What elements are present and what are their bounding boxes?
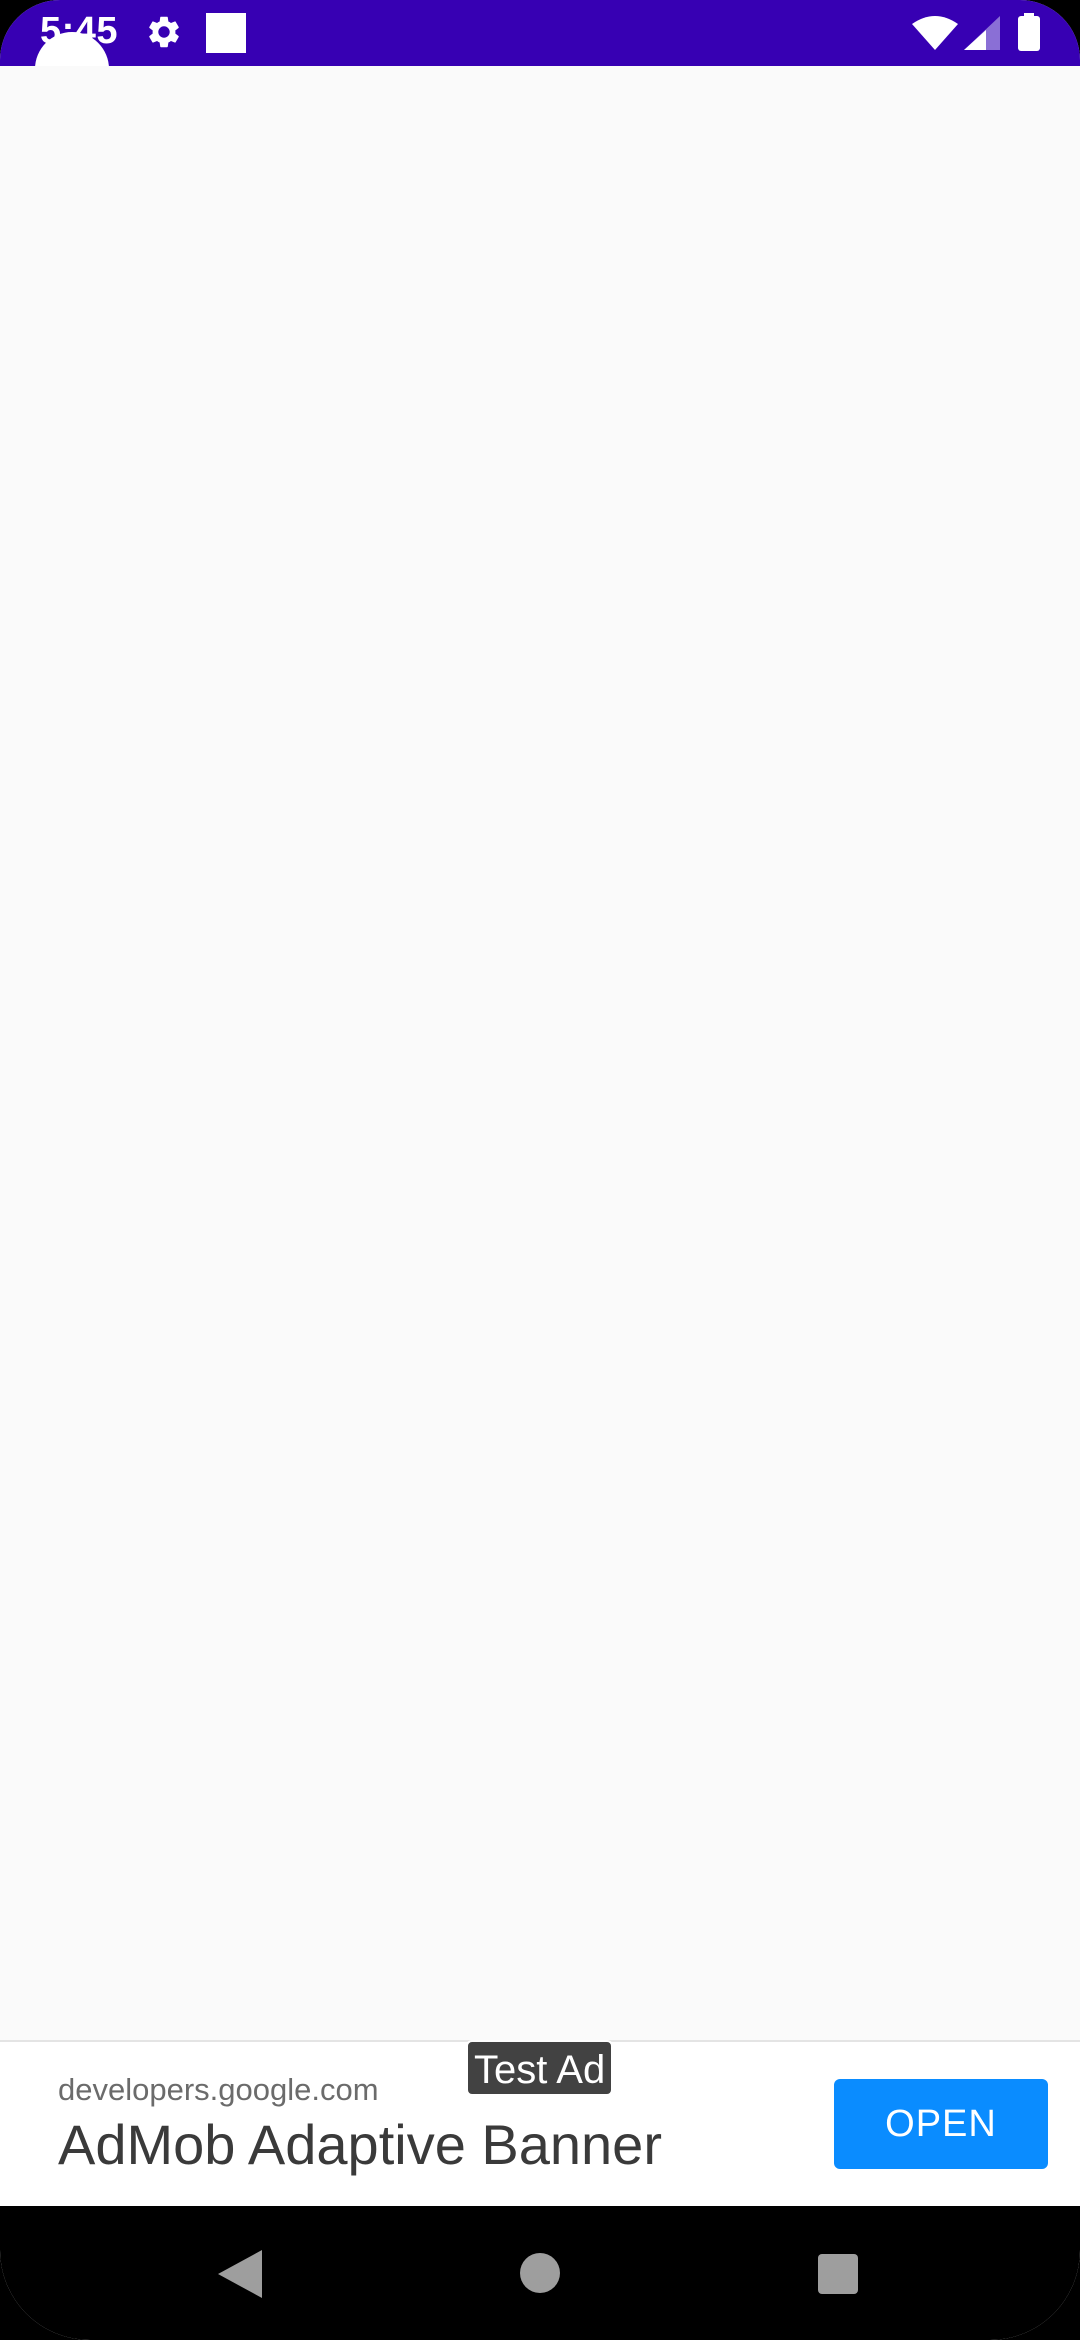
home-icon[interactable] xyxy=(520,2253,560,2293)
battery-icon xyxy=(1018,13,1040,51)
main-content xyxy=(0,66,1080,2040)
status-bar: 5:45 xyxy=(0,0,1080,66)
signal-icon xyxy=(964,16,1000,50)
device: 5:45 developers.google.com AdMob Adaptiv… xyxy=(0,0,1080,2340)
gear-icon xyxy=(149,16,179,48)
screen: 5:45 developers.google.com AdMob Adaptiv… xyxy=(0,0,1080,2340)
notification-square-icon xyxy=(206,13,246,53)
ad-open-button[interactable]: OPEN xyxy=(834,2079,1048,2169)
back-icon[interactable] xyxy=(218,2250,262,2298)
navigation-bar xyxy=(0,2206,1080,2340)
test-ad-badge: Test Ad xyxy=(466,2040,614,2096)
wifi-icon xyxy=(912,16,958,50)
ad-url: developers.google.com xyxy=(58,2072,379,2107)
recents-icon[interactable] xyxy=(818,2254,858,2294)
ad-headline[interactable]: AdMob Adaptive Banner xyxy=(58,2112,662,2177)
